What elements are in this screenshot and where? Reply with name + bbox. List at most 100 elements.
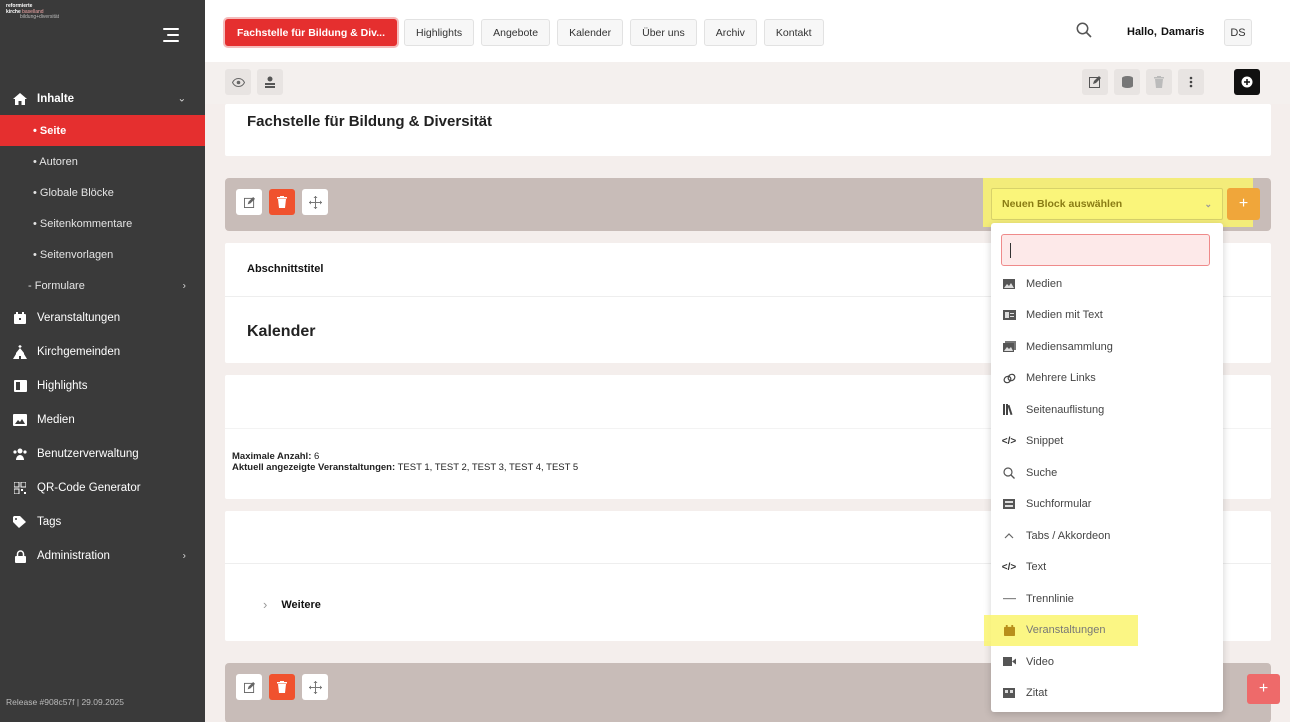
delete-block-button[interactable] bbox=[269, 674, 295, 700]
logo-line2a: kirche bbox=[6, 8, 21, 15]
sidebar-item-label: • Autoren bbox=[33, 155, 78, 168]
sidebar: reformierte kirche baselland bildung+div… bbox=[0, 0, 205, 722]
sidebar-item-highlights[interactable]: Highlights bbox=[0, 369, 205, 403]
sidebar-item-seite[interactable]: • Seite bbox=[0, 115, 205, 146]
dropdown-item-video[interactable]: Video bbox=[991, 646, 1223, 678]
sidebar-item-qr-code-generator[interactable]: QR-Code Generator bbox=[0, 471, 205, 505]
eye-icon bbox=[231, 77, 245, 87]
edit-icon bbox=[243, 196, 255, 208]
sidebar-item-label: Administration bbox=[37, 550, 110, 562]
dropdown-item-suche[interactable]: Suche bbox=[991, 457, 1223, 489]
dropdown-list: Medien Medien mit Text Mediensammlung Me… bbox=[984, 268, 1223, 710]
dropdown-item-label: Seitenauflistung bbox=[1026, 403, 1105, 416]
dropdown-item-medien-mit-text[interactable]: Medien mit Text bbox=[991, 300, 1223, 332]
dropdown-item-tabs-akkordeon[interactable]: Tabs / Akkordeon bbox=[991, 520, 1223, 552]
dropdown-item-trennlinie[interactable]: Trennlinie bbox=[991, 583, 1223, 615]
church-icon bbox=[13, 345, 27, 359]
sidebar-item-benutzerverwaltung[interactable]: Benutzerverwaltung bbox=[0, 437, 205, 471]
dropdown-item-veranstaltungen[interactable]: Veranstaltungen bbox=[984, 614, 1138, 646]
delete-page-button[interactable] bbox=[1146, 69, 1172, 95]
events-value: TEST 1, TEST 2, TEST 3, TEST 4, TEST 5 bbox=[397, 462, 579, 473]
sidebar-item-seitenkommentare[interactable]: • Seitenkommentare bbox=[0, 208, 205, 239]
edit-block-button[interactable] bbox=[236, 189, 262, 215]
chevron-down-icon: ⌄ bbox=[177, 93, 186, 105]
logo[interactable]: reformierte kirche baselland bildung+div… bbox=[6, 3, 59, 21]
site-tabs: Fachstelle für Bildung & Div... Highligh… bbox=[225, 19, 824, 46]
add-block-button[interactable]: + bbox=[1247, 674, 1280, 704]
dropdown-item-mehrere-links[interactable]: Mehrere Links bbox=[991, 363, 1223, 395]
block-type-select[interactable]: Neuen Block auswählen ⌄ bbox=[991, 188, 1223, 220]
edit-block-button[interactable] bbox=[236, 674, 262, 700]
line-icon bbox=[1002, 592, 1016, 606]
sidebar-item-tags[interactable]: Tags bbox=[0, 505, 205, 539]
preview-button[interactable] bbox=[225, 69, 251, 95]
dropdown-item-snippet[interactable]: </> Snippet bbox=[991, 426, 1223, 458]
dropdown-item-seitenauflistung[interactable]: Seitenauflistung bbox=[991, 394, 1223, 426]
avatar[interactable]: DS bbox=[1224, 19, 1252, 46]
tab-kalender[interactable]: Kalender bbox=[557, 19, 624, 46]
sidebar-item-autoren[interactable]: • Autoren bbox=[0, 146, 205, 177]
sidebar-item-kirchgemeinden[interactable]: Kirchgemeinden bbox=[0, 335, 205, 369]
dropdown-search-input[interactable] bbox=[1001, 234, 1210, 266]
dropdown-item-label: Veranstaltungen bbox=[1026, 624, 1106, 637]
tab-ueber-uns[interactable]: Über uns bbox=[630, 19, 697, 46]
database-icon bbox=[1121, 76, 1133, 88]
dropdown-item-label: Snippet bbox=[1026, 435, 1064, 448]
add-button[interactable] bbox=[1234, 69, 1260, 95]
search-icon[interactable] bbox=[1076, 22, 1092, 38]
trash-icon bbox=[277, 681, 287, 693]
sidebar-item-inhalte[interactable]: Inhalte ⌄ bbox=[0, 83, 205, 115]
text-caret bbox=[1010, 243, 1011, 258]
more-options-button[interactable] bbox=[1178, 69, 1204, 95]
image-icon bbox=[1002, 277, 1016, 291]
dropdown-item-label: Suchformular bbox=[1026, 498, 1092, 511]
block-type-dropdown: Medien Medien mit Text Mediensammlung Me… bbox=[984, 223, 1223, 712]
move-block-button[interactable] bbox=[302, 674, 328, 700]
sidebar-item-formulare[interactable]: - Formulare › bbox=[0, 270, 205, 301]
sidebar-item-medien[interactable]: Medien bbox=[0, 403, 205, 437]
sidebar-item-label: Veranstaltungen bbox=[37, 312, 121, 324]
dropdown-item-label: Medien bbox=[1026, 277, 1063, 290]
move-block-button[interactable] bbox=[302, 189, 328, 215]
tab-angebote[interactable]: Angebote bbox=[481, 19, 551, 46]
person-icon bbox=[265, 76, 275, 88]
edit-icon bbox=[1089, 76, 1101, 88]
chevron-right-icon: › bbox=[182, 550, 186, 562]
dropdown-item-medien[interactable]: Medien bbox=[991, 268, 1223, 300]
more-accordion[interactable]: › Weitere bbox=[263, 597, 321, 612]
sidebar-item-globale-bloecke[interactable]: • Globale Blöcke bbox=[0, 177, 205, 208]
database-button[interactable] bbox=[1114, 69, 1140, 95]
tab-archiv[interactable]: Archiv bbox=[703, 19, 757, 46]
tab-kontakt[interactable]: Kontakt bbox=[763, 19, 824, 46]
tab-fachstelle[interactable]: Fachstelle für Bildung & Div... bbox=[225, 19, 397, 46]
tab-highlights[interactable]: Highlights bbox=[404, 19, 475, 46]
sidebar-item-label: - Formulare bbox=[28, 279, 85, 292]
qr-code-icon bbox=[13, 481, 27, 495]
sidebar-item-veranstaltungen[interactable]: Veranstaltungen bbox=[0, 301, 205, 335]
page-toolbar bbox=[205, 62, 1290, 104]
edit-icon bbox=[243, 681, 255, 693]
more-vertical-icon bbox=[1189, 76, 1193, 88]
add-block-button[interactable]: + bbox=[1227, 188, 1260, 220]
tag-icon bbox=[13, 515, 27, 529]
calendar-icon bbox=[1002, 623, 1016, 637]
edit-button[interactable] bbox=[1082, 69, 1108, 95]
sidebar-item-label: Benutzerverwaltung bbox=[37, 448, 139, 460]
delete-block-button[interactable] bbox=[269, 189, 295, 215]
author-button[interactable] bbox=[257, 69, 283, 95]
section-label: Abschnittstitel bbox=[247, 263, 324, 275]
dropdown-item-text[interactable]: </> Text bbox=[991, 552, 1223, 584]
sidebar-item-seitenvorlagen[interactable]: • Seitenvorlagen bbox=[0, 239, 205, 270]
chevron-right-icon: › bbox=[263, 597, 268, 612]
move-icon bbox=[308, 195, 322, 209]
events-info: Maximale Anzahl: 6 Aktuell angezeigte Ve… bbox=[232, 451, 578, 473]
dropdown-item-mediensammlung[interactable]: Mediensammlung bbox=[991, 331, 1223, 363]
plus-circle-icon bbox=[1241, 76, 1253, 88]
caret-up-icon bbox=[1002, 529, 1016, 543]
menu-toggle-icon[interactable] bbox=[163, 28, 179, 42]
dropdown-item-zitat[interactable]: Zitat bbox=[991, 678, 1223, 710]
sidebar-item-administration[interactable]: Administration › bbox=[0, 539, 205, 573]
sidebar-item-label: Inhalte bbox=[37, 93, 75, 105]
dropdown-item-suchformular[interactable]: Suchformular bbox=[991, 489, 1223, 521]
code-icon: </> bbox=[1001, 561, 1017, 573]
